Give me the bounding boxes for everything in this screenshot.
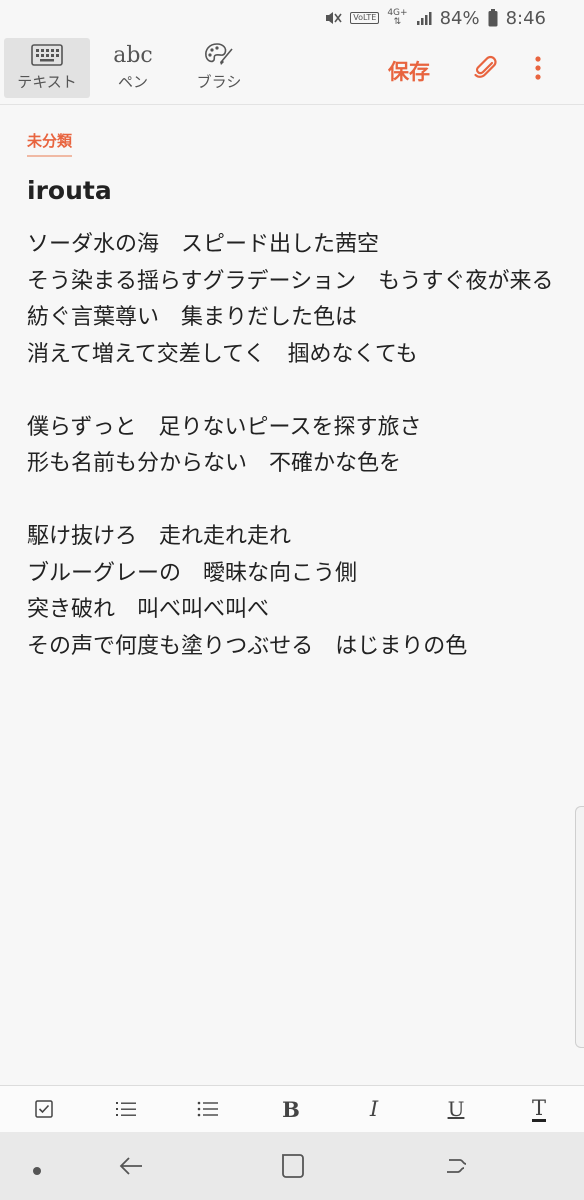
tab-brush-label: ブラシ [196, 73, 242, 91]
status-indicators: VoLTE 4G+ ⇅ 84% 8:46 [324, 6, 546, 30]
note-title[interactable]: irouta [27, 176, 112, 205]
tab-brush[interactable]: ブラシ [176, 38, 262, 98]
bulleted-list-icon[interactable] [190, 1094, 226, 1124]
paperclip-icon[interactable] [472, 54, 500, 86]
abc-glyph: abc [113, 42, 153, 68]
palette-icon [203, 41, 235, 69]
abc-handwriting-icon: abc [113, 41, 153, 69]
numbered-list-icon[interactable] [108, 1094, 144, 1124]
tab-pen[interactable]: abc ペン [90, 38, 176, 98]
network-type: 4G+ ⇅ [387, 9, 407, 27]
volte-badge: VoLTE [350, 12, 380, 24]
data-arrows-icon: ⇅ [393, 17, 402, 27]
nav-dot-icon[interactable] [32, 1161, 42, 1180]
more-options-icon[interactable] [532, 54, 544, 86]
system-nav-bar [0, 1132, 584, 1200]
note-body[interactable]: ソーダ水の海 スピード出した茜空 そう染まる揺らすグラデーション もうすぐ夜が来… [27, 227, 567, 665]
format-bar: B I U T [0, 1085, 584, 1132]
text-style-button[interactable]: T [521, 1094, 557, 1124]
mute-icon [324, 9, 342, 27]
recent-apps-icon[interactable] [443, 1152, 471, 1184]
category-label[interactable]: 未分類 [27, 130, 73, 157]
home-button-icon[interactable] [280, 1152, 306, 1184]
bold-button[interactable]: B [273, 1094, 309, 1124]
tab-text[interactable]: テキスト [4, 38, 90, 98]
tab-pen-label: ペン [117, 73, 148, 91]
save-button[interactable]: 保存 [388, 56, 430, 86]
tab-text-label: テキスト [17, 73, 77, 91]
checkbox-icon[interactable] [26, 1094, 62, 1124]
keyboard-icon [31, 41, 63, 69]
scroll-handle[interactable] [575, 806, 584, 1048]
text-style-label: T [531, 1095, 546, 1122]
status-bar: VoLTE 4G+ ⇅ 84% 8:46 [0, 0, 584, 34]
battery-percent: 84% [439, 7, 480, 29]
battery-icon [488, 9, 498, 27]
editor-toolbar: テキスト abc ペン ブラシ 保存 [0, 34, 584, 105]
signal-icon [416, 10, 432, 26]
back-arrow-icon[interactable] [117, 1152, 145, 1184]
clock: 8:46 [505, 7, 546, 29]
italic-button[interactable]: I [356, 1094, 392, 1124]
underline-button[interactable]: U [438, 1094, 474, 1124]
